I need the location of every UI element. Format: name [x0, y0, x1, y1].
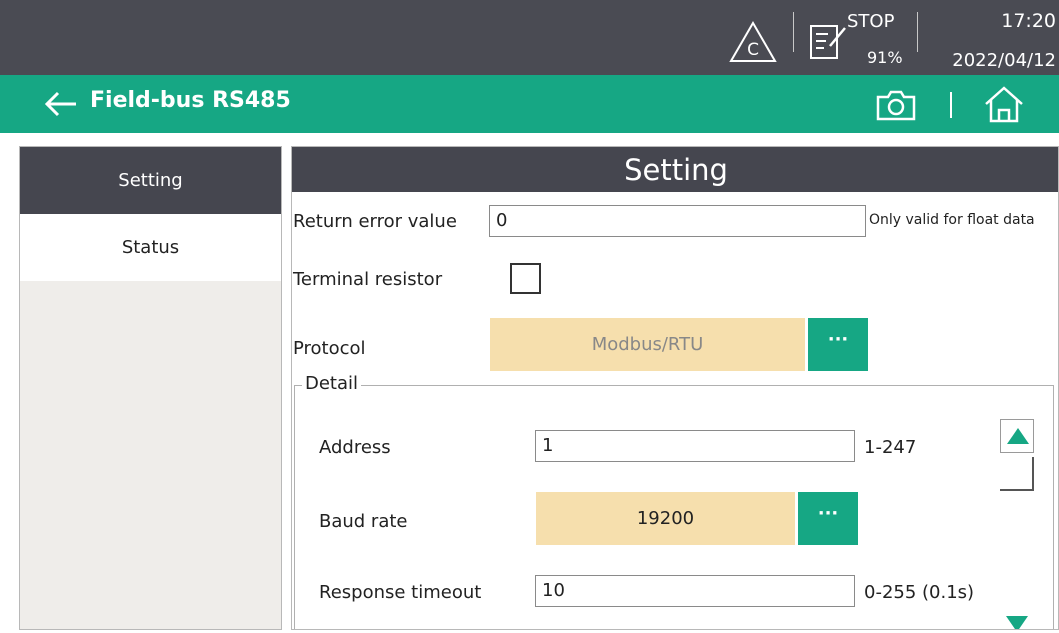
scroll-up-button[interactable] [1000, 419, 1034, 453]
address-label: Address [319, 437, 391, 458]
setting-panel: Setting Return error value 0 Only valid … [291, 146, 1059, 630]
baud-rate-more-button[interactable]: ··· [798, 492, 858, 545]
clock-time: 17:20 [1001, 10, 1056, 32]
scrollbar-track[interactable] [1000, 457, 1034, 491]
status-separator [793, 12, 794, 52]
clock-date: 2022/04/12 [952, 50, 1056, 71]
response-timeout-input[interactable]: 10 [535, 575, 855, 607]
protocol-label: Protocol [293, 338, 366, 359]
address-input[interactable]: 1 [535, 430, 855, 462]
sidebar-item-setting[interactable]: Setting [20, 147, 281, 214]
status-bar: C STOP 91% 17:20 2022/04/12 [0, 0, 1059, 75]
protocol-more-button[interactable]: ··· [808, 318, 868, 371]
baud-rate-select[interactable]: 19200 [536, 492, 795, 545]
address-range: 1-247 [864, 437, 917, 458]
sidebar: Setting Status [19, 146, 282, 630]
panel-header: Setting [292, 147, 1058, 192]
terminal-resistor-label: Terminal resistor [293, 269, 443, 290]
terminal-resistor-checkbox[interactable] [510, 263, 541, 294]
scroll-down-button[interactable] [1000, 607, 1034, 629]
home-icon[interactable] [982, 84, 1026, 124]
back-arrow-icon[interactable] [44, 90, 78, 118]
alert-c-icon: C [729, 21, 777, 62]
sidebar-item-status[interactable]: Status [20, 214, 281, 281]
response-timeout-label: Response timeout [319, 582, 482, 603]
return-error-label: Return error value [293, 211, 457, 232]
detail-group-title: Detail [302, 373, 362, 394]
triangle-down-icon [1006, 616, 1028, 629]
edit-note-icon [810, 25, 846, 59]
return-error-input[interactable]: 0 [489, 205, 866, 237]
baud-rate-label: Baud rate [319, 511, 408, 532]
title-separator [950, 92, 952, 118]
status-separator [917, 12, 918, 52]
return-error-hint: Only valid for float data [869, 212, 1035, 228]
triangle-up-icon [1007, 428, 1029, 444]
page-title: Field-bus RS485 [90, 88, 291, 113]
title-bar: Field-bus RS485 [0, 75, 1059, 133]
protocol-select[interactable]: Modbus/RTU [490, 318, 805, 371]
svg-text:C: C [747, 40, 759, 60]
battery-percent: 91% [867, 48, 903, 67]
camera-icon[interactable] [874, 88, 918, 122]
plc-state-label: STOP [847, 11, 895, 32]
response-timeout-range: 0-255 (0.1s) [864, 582, 975, 603]
